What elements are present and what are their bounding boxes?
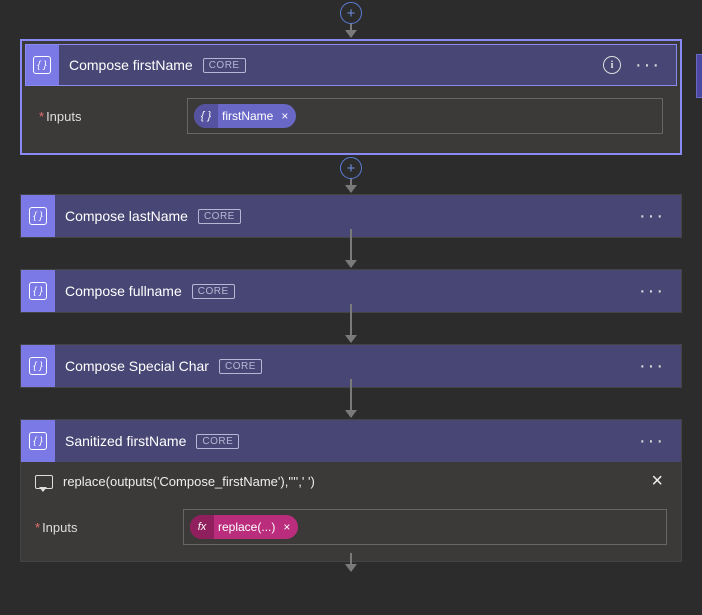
action-menu-button[interactable]: ··· [635, 206, 669, 226]
action-menu-button[interactable]: ··· [635, 356, 669, 376]
connector: + [20, 157, 682, 192]
token-label: firstName [218, 109, 279, 123]
inputs-field[interactable]: fx replace(...) × [183, 509, 667, 545]
core-badge: CORE [219, 359, 262, 374]
info-icon[interactable]: i [603, 56, 621, 74]
token-remove-button[interactable]: × [281, 520, 298, 534]
action-header[interactable]: { } Sanitized firstName CORE ··· [21, 420, 681, 462]
flow-arrow-icon [350, 304, 352, 342]
compose-icon: { } [21, 345, 55, 387]
compose-icon: { } [25, 44, 59, 86]
compose-icon: { } [21, 195, 55, 237]
core-badge: CORE [192, 284, 235, 299]
action-title: Compose Special Char [65, 358, 209, 374]
compose-icon: { } [21, 270, 55, 312]
connector [20, 315, 682, 342]
action-compose-firstname: { } Compose firstName CORE i ··· *Inputs… [20, 39, 682, 155]
expression-tooltip: replace(outputs('Compose_firstName'),'''… [21, 462, 681, 497]
flow-arrow-icon [350, 229, 352, 267]
core-badge: CORE [203, 58, 246, 73]
compose-icon: { } [21, 420, 55, 462]
connector [20, 564, 682, 571]
action-title: Sanitized firstName [65, 433, 186, 449]
core-badge: CORE [196, 434, 239, 449]
close-tooltip-button[interactable]: × [647, 470, 667, 493]
flow-arrow-icon [350, 379, 352, 417]
connector [20, 240, 682, 267]
token-replace-expr[interactable]: fx replace(...) × [190, 515, 298, 539]
token-remove-button[interactable]: × [279, 109, 296, 123]
core-badge: CORE [198, 209, 241, 224]
action-menu-button[interactable]: ··· [635, 431, 669, 451]
token-compose-icon: { } [194, 104, 218, 128]
expression-text: replace(outputs('Compose_firstName'),'''… [63, 474, 637, 489]
action-title: Compose fullname [65, 283, 182, 299]
action-body: *Inputs { } firstName × [25, 86, 677, 150]
inputs-label: *Inputs [39, 109, 179, 124]
token-firstname[interactable]: { } firstName × [194, 104, 296, 128]
inputs-label: *Inputs [35, 520, 175, 535]
action-title: Compose firstName [69, 57, 193, 73]
action-sanitized-firstname: { } Sanitized firstName CORE ··· replace… [20, 419, 682, 562]
token-fx-icon: fx [190, 515, 214, 539]
connector: + [20, 2, 682, 37]
action-menu-button[interactable]: ··· [635, 281, 669, 301]
action-menu-button[interactable]: ··· [631, 55, 665, 75]
action-header[interactable]: { } Compose firstName CORE i ··· [25, 44, 677, 86]
action-body: *Inputs fx replace(...) × [21, 497, 681, 561]
connector [20, 390, 682, 417]
tooltip-icon [35, 475, 53, 489]
action-title: Compose lastName [65, 208, 188, 224]
inputs-field[interactable]: { } firstName × [187, 98, 663, 134]
add-step-button[interactable]: + [340, 2, 362, 24]
add-step-button[interactable]: + [340, 157, 362, 179]
adjacent-panel-edge [696, 54, 702, 98]
flow-arrow-icon [350, 553, 352, 571]
token-label: replace(...) [214, 520, 281, 534]
